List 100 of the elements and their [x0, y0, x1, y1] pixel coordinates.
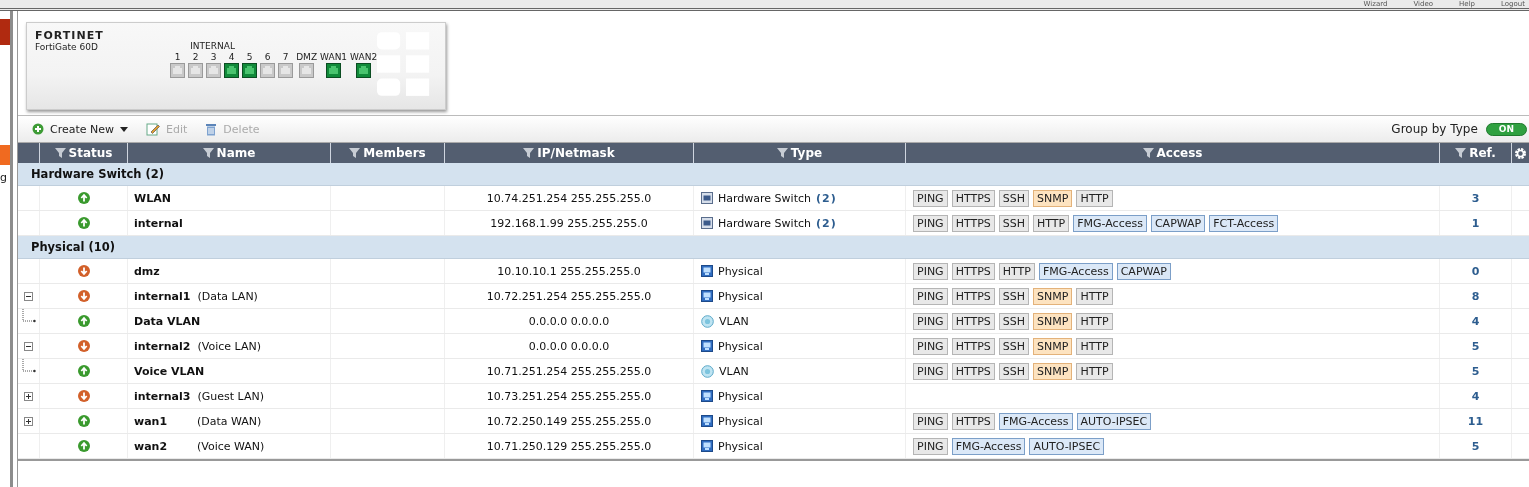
access-tag: PING — [913, 287, 948, 305]
access-tag: HTTP — [1076, 362, 1113, 380]
interface-name[interactable]: internal3 — [134, 389, 191, 403]
type-label: Physical — [718, 439, 763, 453]
interface-name[interactable]: dmz — [134, 264, 160, 278]
port-label: 4 — [228, 51, 235, 63]
access-tag: CAPWAP — [1150, 214, 1206, 232]
access-tag: SSH — [998, 214, 1030, 232]
access-tag: SNMP — [1033, 189, 1073, 207]
access-tag: FMG-Access — [998, 412, 1073, 430]
interface-alias: (Voice LAN) — [197, 339, 261, 353]
port-label: DMZ — [296, 51, 318, 63]
reference-count[interactable]: 0 — [1471, 264, 1480, 278]
port-label: 1 — [174, 51, 181, 63]
ip-netmask: 0.0.0.0 0.0.0.0 — [528, 339, 610, 353]
access-tag: PING — [913, 362, 948, 380]
access-tag: SNMP — [1033, 337, 1073, 355]
port-label: 6 — [264, 51, 271, 63]
port-label: 7 — [282, 51, 289, 63]
reference-count[interactable]: 5 — [1471, 439, 1480, 453]
type-label: Physical — [718, 264, 763, 278]
group-header[interactable]: Physical (10) — [31, 240, 115, 254]
reference-count[interactable]: 11 — [1467, 414, 1484, 428]
access-tag: HTTPS — [951, 262, 995, 280]
access-tag: PING — [913, 189, 948, 207]
port-group-label: INTERNAL — [190, 41, 236, 51]
interface-name[interactable]: internal2 — [134, 339, 191, 353]
sidebar-item[interactable]: g — [0, 171, 7, 184]
group-by-label: Group by Type — [1391, 122, 1478, 136]
filter-icon — [349, 148, 361, 158]
network-port-icon — [701, 415, 713, 427]
access-tag: FMG-Access — [951, 437, 1026, 455]
access-tag: HTTP — [1076, 337, 1113, 355]
interface-name[interactable]: wan2 — [134, 439, 190, 453]
tree-connector-icon — [22, 309, 36, 325]
type-label: Physical — [718, 289, 763, 303]
filter-icon — [1142, 148, 1154, 158]
member-count[interactable]: (2) — [816, 216, 837, 230]
ethernet-port-icon[interactable] — [224, 63, 240, 78]
interface-alias: (Guest LAN) — [197, 389, 264, 403]
reference-count[interactable]: 4 — [1471, 389, 1480, 403]
port-label: 3 — [210, 51, 217, 63]
switch-icon — [701, 192, 713, 204]
access-tag: HTTPS — [951, 412, 995, 430]
settings-icon[interactable] — [1514, 146, 1527, 160]
filter-icon — [54, 148, 66, 158]
interface-name[interactable]: internal — [134, 216, 183, 230]
reference-count[interactable]: 1 — [1471, 216, 1480, 230]
reference-count[interactable]: 4 — [1471, 314, 1480, 328]
access-tag: PING — [913, 412, 948, 430]
port-label: WAN1 — [320, 51, 348, 63]
access-tag: SSH — [998, 312, 1030, 330]
ip-netmask: 10.73.251.254 255.255.255.0 — [486, 389, 652, 403]
network-port-icon — [701, 265, 713, 277]
access-tag: SSH — [998, 362, 1030, 380]
reference-count[interactable]: 5 — [1471, 364, 1480, 378]
access-tag: HTTP — [1076, 312, 1113, 330]
tree-connector-icon — [22, 359, 36, 375]
edit-icon — [146, 122, 161, 136]
reference-count[interactable]: 3 — [1471, 191, 1480, 205]
type-label: Physical — [718, 389, 763, 403]
expand-icon[interactable] — [24, 391, 33, 401]
cloud-icon — [701, 314, 714, 328]
ip-netmask: 192.168.1.99 255.255.255.0 — [490, 216, 648, 230]
ip-netmask: 10.71.251.254 255.255.255.0 — [486, 364, 652, 378]
network-port-icon — [701, 340, 713, 352]
type-label: VLAN — [719, 314, 749, 328]
toolbar-button[interactable]: Create New — [30, 120, 131, 138]
filter-icon — [202, 148, 214, 158]
interface-name[interactable]: Data VLAN — [134, 314, 201, 328]
port-label: 5 — [246, 51, 253, 63]
interface-name[interactable]: internal1 — [134, 289, 191, 303]
group-header[interactable]: Hardware Switch (2) — [31, 167, 164, 181]
collapse-icon[interactable] — [24, 341, 33, 351]
access-tag: HTTPS — [951, 189, 995, 207]
filter-icon — [523, 148, 535, 158]
trash-icon — [205, 122, 218, 136]
ip-netmask: 10.74.251.254 255.255.255.0 — [486, 191, 652, 205]
network-port-icon — [701, 440, 713, 452]
access-tag: PING — [913, 437, 948, 455]
ethernet-port-icon[interactable] — [356, 63, 372, 78]
interface-name[interactable]: WLAN — [134, 191, 171, 205]
ip-netmask: 10.10.10.1 255.255.255.0 — [497, 264, 641, 278]
interface-name[interactable]: wan1 — [134, 414, 190, 428]
expand-icon[interactable] — [24, 416, 33, 426]
access-tag: SNMP — [1033, 312, 1073, 330]
interface-name[interactable]: Voice VLAN — [134, 364, 205, 378]
access-tag: PING — [913, 312, 948, 330]
reference-count[interactable]: 8 — [1471, 289, 1480, 303]
access-tag: HTTPS — [951, 287, 995, 305]
reference-count[interactable]: 5 — [1471, 339, 1480, 353]
ethernet-port-icon[interactable] — [326, 63, 342, 78]
access-tag: CAPWAP — [1116, 262, 1171, 280]
member-count[interactable]: (2) — [816, 191, 837, 205]
ethernet-port-icon[interactable] — [242, 63, 258, 78]
plus-icon — [32, 123, 44, 135]
network-port-icon — [701, 390, 713, 402]
access-tag: HTTP — [998, 262, 1035, 280]
access-tag: HTTPS — [951, 214, 995, 232]
collapse-icon[interactable] — [24, 291, 33, 301]
